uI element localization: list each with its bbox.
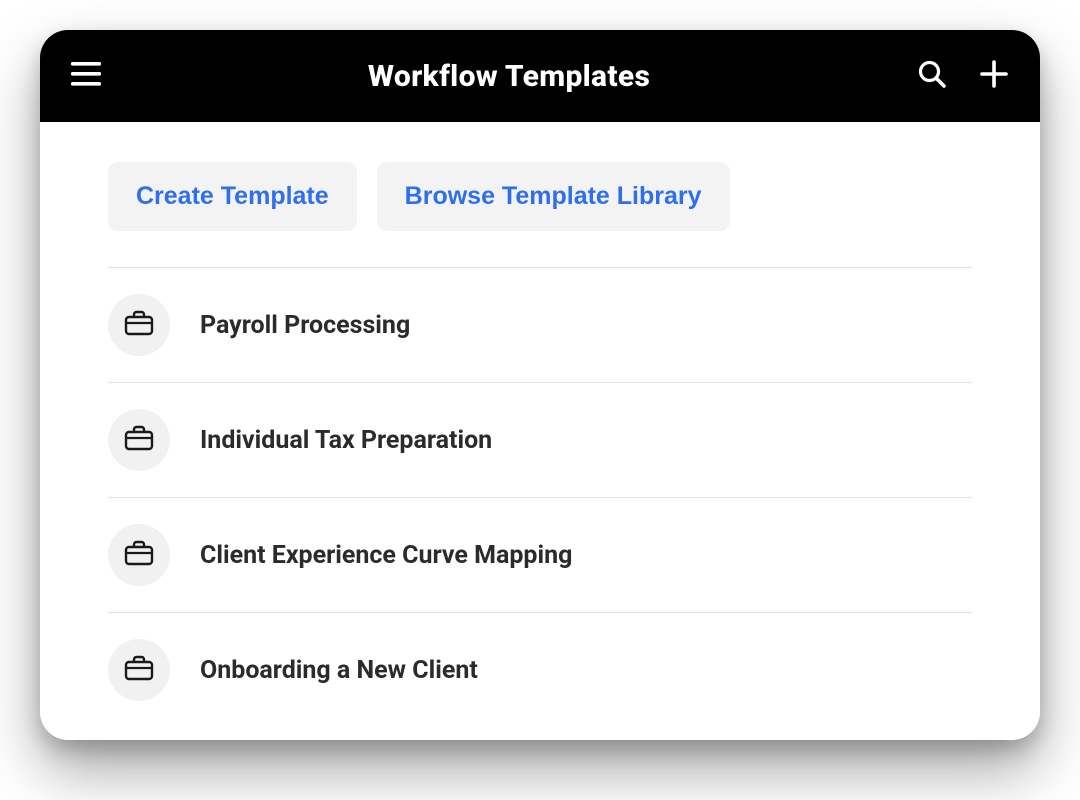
app-window: Workflow Templates xyxy=(40,30,1040,740)
template-label: Client Experience Curve Mapping xyxy=(200,541,572,570)
briefcase-icon xyxy=(124,424,154,456)
template-row[interactable]: Individual Tax Preparation xyxy=(108,383,972,497)
briefcase-icon xyxy=(124,309,154,341)
header-bar: Workflow Templates xyxy=(40,30,1040,122)
create-template-button[interactable]: Create Template xyxy=(108,162,357,231)
template-icon-circle xyxy=(108,524,170,586)
plus-icon xyxy=(979,59,1009,93)
template-row[interactable]: Onboarding a New Client xyxy=(108,613,972,727)
briefcase-icon xyxy=(124,539,154,571)
hamburger-icon xyxy=(71,62,101,90)
template-label: Individual Tax Preparation xyxy=(200,426,492,455)
browse-library-button[interactable]: Browse Template Library xyxy=(377,162,730,231)
template-icon-circle xyxy=(108,639,170,701)
search-button[interactable] xyxy=(912,56,952,96)
content-area: Create Template Browse Template Library … xyxy=(40,122,1040,740)
menu-button[interactable] xyxy=(66,56,106,96)
page-title: Workflow Templates xyxy=(106,59,912,94)
template-icon-circle xyxy=(108,409,170,471)
template-label: Onboarding a New Client xyxy=(200,656,478,685)
template-label: Payroll Processing xyxy=(200,311,410,340)
briefcase-icon xyxy=(124,654,154,686)
search-icon xyxy=(917,59,947,93)
action-row: Create Template Browse Template Library xyxy=(108,162,972,231)
add-button[interactable] xyxy=(974,56,1014,96)
template-row[interactable]: Payroll Processing xyxy=(108,268,972,382)
template-row[interactable]: Client Experience Curve Mapping xyxy=(108,498,972,612)
template-icon-circle xyxy=(108,294,170,356)
